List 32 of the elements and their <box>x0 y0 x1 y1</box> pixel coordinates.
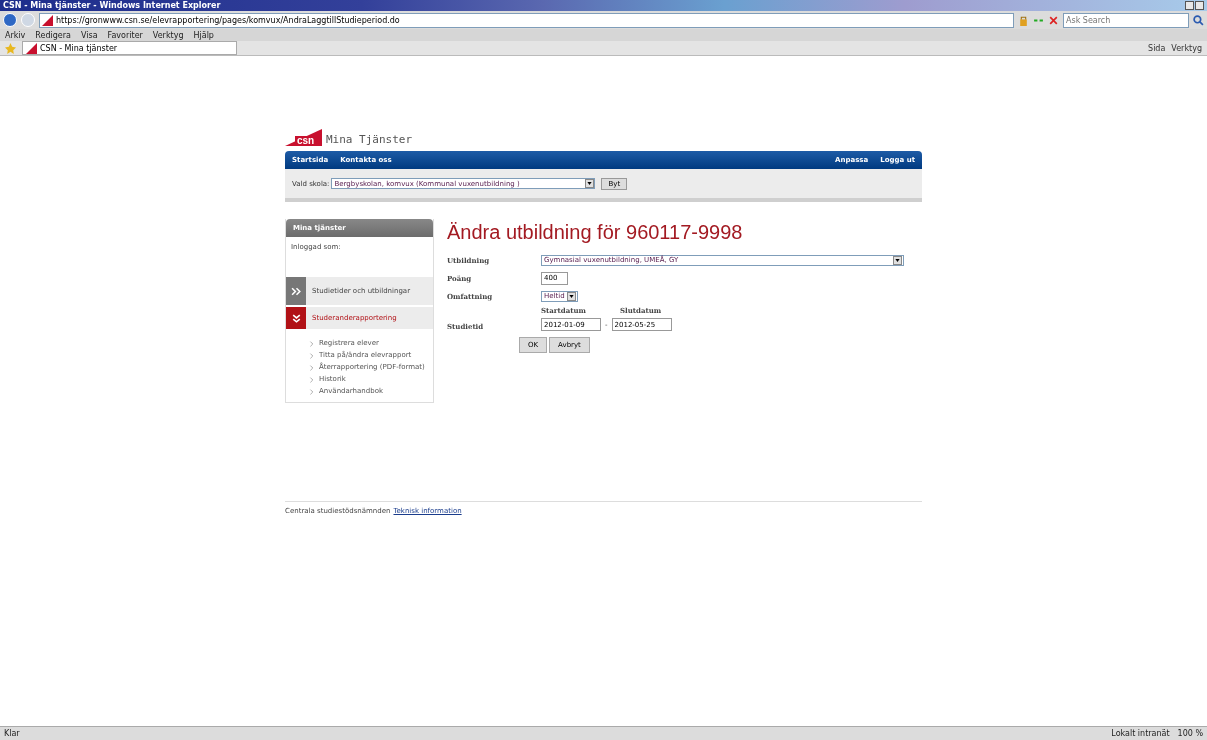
site-icon <box>26 42 37 54</box>
logo: csn <box>285 129 322 146</box>
dropdown-arrow-icon[interactable] <box>893 255 902 265</box>
toolbar-button[interactable]: Sida <box>1148 43 1166 53</box>
window-title: CSN - Mina tjänster - Windows Internet Explorer <box>3 0 221 11</box>
logo-text: Mina Tjänster <box>326 133 413 146</box>
search-icon[interactable] <box>1193 14 1204 26</box>
menu-item[interactable]: Verktyg <box>152 30 184 40</box>
address-field[interactable]: https://gronwww.csn.se/elevrapportering/pages/komvux/AndraLaggtillStudieperiod.do <box>39 12 1014 28</box>
restore-button[interactable] <box>1195 1 1204 10</box>
minimize-button[interactable] <box>1185 1 1194 10</box>
menu-item[interactable]: Favoriter <box>107 30 143 40</box>
browser-tab[interactable]: CSN - Mina tjänster <box>22 41 237 55</box>
toolbar-button[interactable]: Verktyg <box>1171 43 1202 53</box>
page-heading: Ändra utbildning för 960117-9998 <box>447 221 744 244</box>
menu-item[interactable]: Redigera <box>35 30 71 40</box>
zoom-level[interactable]: 100 % <box>1177 729 1203 738</box>
status-text: Klar <box>4 729 20 738</box>
close-icon[interactable] <box>1048 14 1059 26</box>
dropdown-arrow-icon[interactable] <box>566 291 576 301</box>
zone-label: Lokalt intranät <box>1111 729 1170 738</box>
star-icon[interactable] <box>5 42 16 54</box>
back-button[interactable] <box>3 13 17 27</box>
expanded-icon <box>290 312 302 324</box>
collapsed-icon <box>290 285 302 297</box>
menu-item[interactable]: Arkiv <box>5 30 26 40</box>
padlock-icon[interactable] <box>1018 14 1029 26</box>
site-icon <box>42 14 53 26</box>
menu-item[interactable]: Hjälp <box>193 30 214 40</box>
dropdown-arrow-icon[interactable] <box>585 179 595 188</box>
search-field[interactable]: Ask Search <box>1063 12 1189 28</box>
menu-item[interactable]: Visa <box>81 30 98 40</box>
